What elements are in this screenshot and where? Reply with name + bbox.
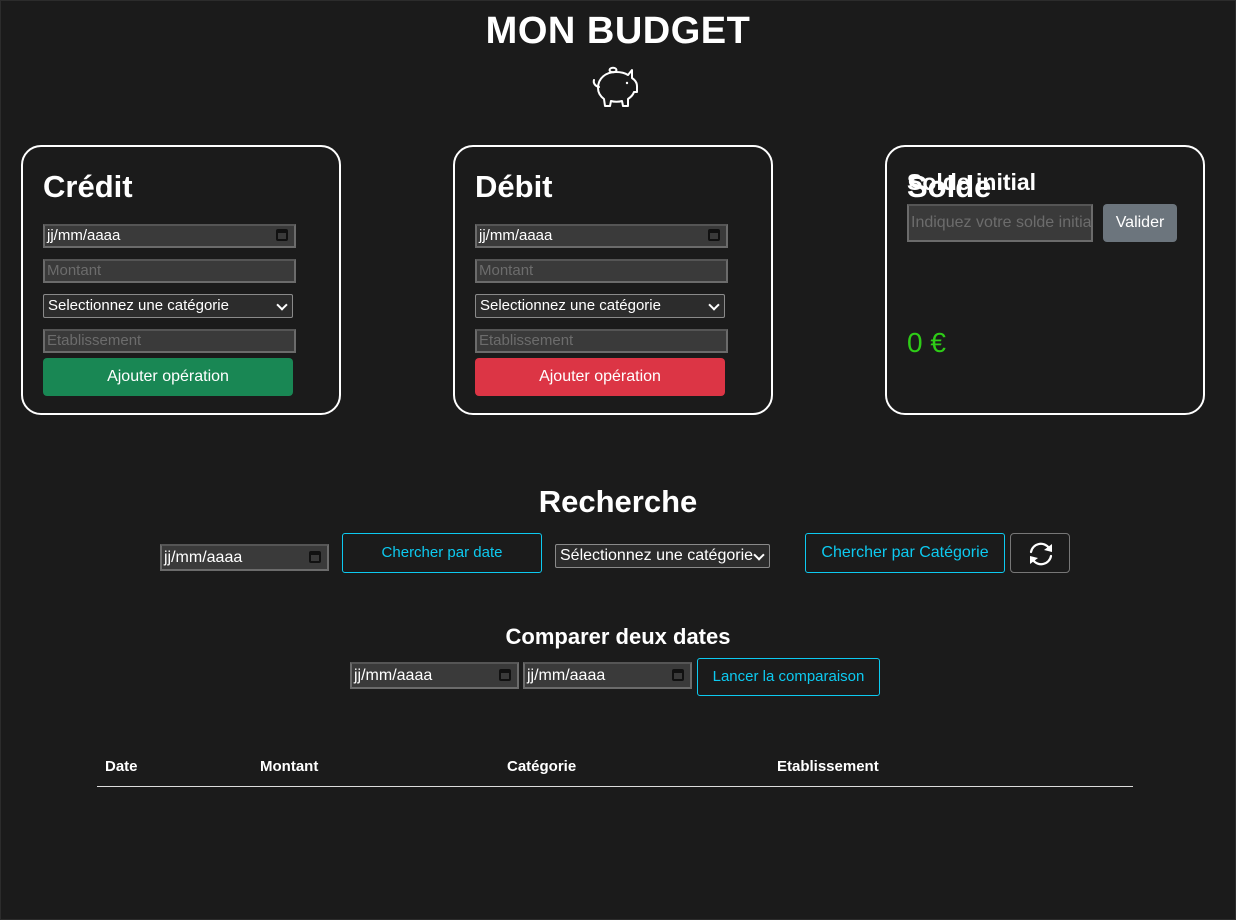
debit-category-select[interactable]: Selectionnez une catégorie (475, 294, 725, 318)
chevron-down-icon (708, 299, 720, 311)
calendar-icon[interactable] (309, 551, 321, 563)
debit-date-input[interactable]: jj/mm/aaaa (475, 224, 728, 248)
debit-title: Débit (475, 169, 553, 204)
credit-amount-input[interactable]: Montant (43, 259, 296, 283)
chevron-down-icon (753, 549, 765, 561)
credit-establishment-input[interactable]: Etablissement (43, 329, 296, 353)
search-date-input[interactable]: jj/mm/aaaa (160, 544, 329, 571)
credit-date-input[interactable]: jj/mm/aaaa (43, 224, 296, 248)
search-category-select[interactable]: Sélectionnez une catégorie (555, 544, 770, 568)
credit-add-button[interactable]: Ajouter opération (43, 358, 293, 396)
search-title: Recherche (538, 484, 698, 519)
piggy-bank-icon (592, 66, 638, 107)
column-header-amount: Montant (260, 758, 319, 775)
calendar-icon[interactable] (499, 669, 511, 681)
column-header-date: Date (105, 758, 138, 775)
column-header-establishment: Etablissement (777, 758, 879, 775)
credit-card: Crédit jj/mm/aaaa Montant Selectionnez u… (21, 145, 341, 415)
page-title: MON BUDGET (485, 10, 751, 52)
compare-title: Comparer deux dates (505, 624, 731, 649)
debit-add-button[interactable]: Ajouter opération (475, 358, 725, 396)
credit-category-select[interactable]: Selectionnez une catégorie (43, 294, 293, 318)
chevron-down-icon (276, 299, 288, 311)
credit-title: Crédit (43, 169, 133, 204)
balance-title: Solde (907, 169, 992, 204)
balance-card: Solde initial Indiquez votre solde initi… (885, 145, 1205, 415)
debit-establishment-input[interactable]: Etablissement (475, 329, 728, 353)
column-header-category: Catégorie (507, 758, 577, 775)
compare-button[interactable]: Lancer la comparaison (697, 658, 880, 696)
debit-amount-input[interactable]: Montant (475, 259, 728, 283)
calendar-icon[interactable] (672, 669, 684, 681)
initial-balance-input[interactable]: Indiquez votre solde initial (907, 204, 1093, 242)
balance-value: 0 € (907, 327, 946, 358)
refresh-icon (1029, 542, 1053, 566)
search-by-date-button[interactable]: Chercher par date (342, 533, 542, 573)
compare-date-1-input[interactable]: jj/mm/aaaa (350, 662, 519, 689)
calendar-icon[interactable] (708, 229, 720, 241)
search-by-category-button[interactable]: Chercher par Catégorie (805, 533, 1005, 573)
refresh-button[interactable] (1010, 533, 1070, 573)
calendar-icon[interactable] (276, 229, 288, 241)
validate-button[interactable]: Valider (1103, 204, 1177, 242)
compare-date-2-input[interactable]: jj/mm/aaaa (523, 662, 692, 689)
debit-card: Débit jj/mm/aaaa Montant Selectionnez un… (453, 145, 773, 415)
operations-table-header: Date Montant Catégorie Etablissement (97, 750, 1133, 787)
